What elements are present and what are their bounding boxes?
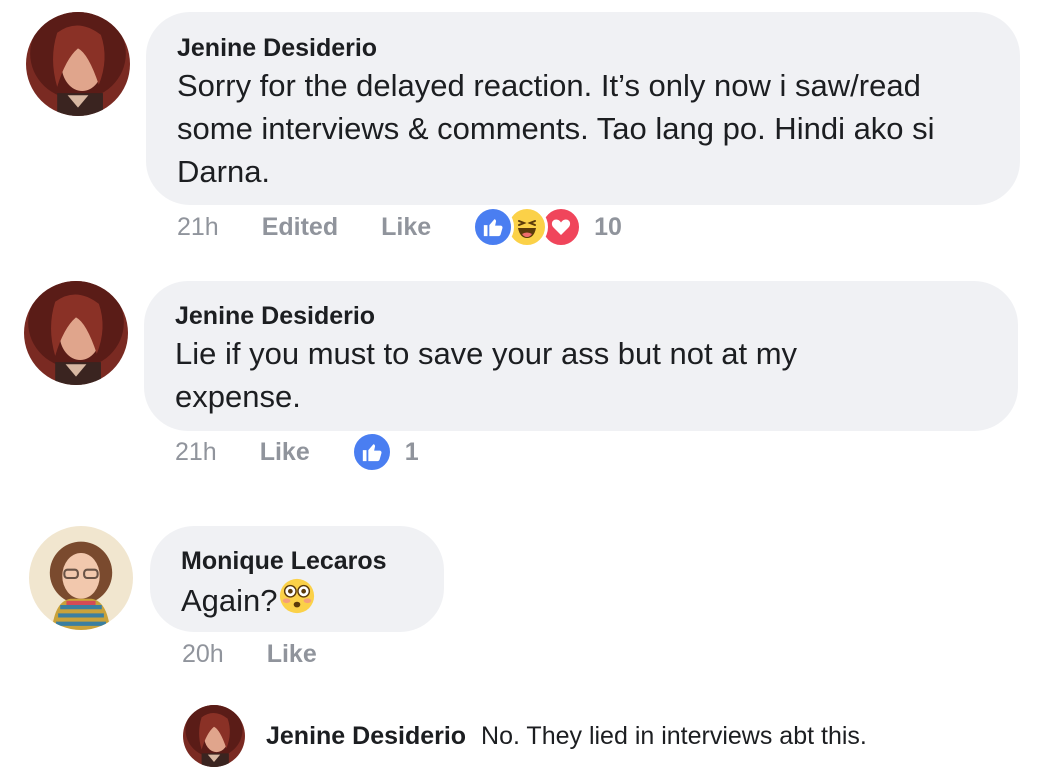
comment-text: Sorry for the delayed reaction. It’s onl… [177,68,935,189]
comment-meta: 21h Like 1 [175,431,419,473]
like-icon [472,206,515,248]
comment-time[interactable]: 21h [175,438,217,467]
reaction-summary[interactable]: 10 [472,206,622,248]
avatar[interactable] [24,281,128,385]
comment-meta: 21h Edited Like 10 [177,206,622,248]
comment-author[interactable]: Monique Lecaros [181,545,414,577]
profile-photo-jenine [26,12,130,116]
comment-text: Lie if you must to save your ass but not… [175,336,798,414]
reply-preview[interactable]: Jenine Desiderio No. They lied in interv… [266,720,867,752]
comment-bubble: Monique Lecaros Again? [150,526,444,632]
reaction-count: 1 [404,437,419,466]
reaction-count: 10 [594,212,622,241]
comment-meta: 20h Like [182,634,317,674]
like-button[interactable]: Like [260,438,310,467]
profile-photo-jenine [183,705,245,767]
avatar[interactable] [26,12,130,116]
comment-bubble: Jenine Desiderio Lie if you must to save… [144,281,1018,431]
profile-photo-jenine [24,281,128,385]
edited-label[interactable]: Edited [262,213,338,242]
comment-time[interactable]: 21h [177,213,219,242]
comment-time[interactable]: 20h [182,640,224,669]
comment-text: Again? [181,577,414,626]
comment-text-body: Again? [181,583,278,618]
reply-text: No. They lied in interviews abt this. [481,722,867,750]
reply-author[interactable]: Jenine Desiderio [266,722,466,750]
flushed-face-icon [278,577,316,626]
like-button[interactable]: Like [381,213,431,242]
comment-author[interactable]: Jenine Desiderio [177,32,990,64]
comment-bubble: Jenine Desiderio Sorry for the delayed r… [146,12,1020,205]
comment-author[interactable]: Jenine Desiderio [175,300,988,332]
like-icon [350,431,393,473]
reaction-summary[interactable]: 1 [350,431,419,473]
reply-avatar[interactable] [183,705,245,767]
profile-photo-monique [29,526,133,630]
avatar[interactable] [29,526,133,630]
like-button[interactable]: Like [267,640,317,669]
